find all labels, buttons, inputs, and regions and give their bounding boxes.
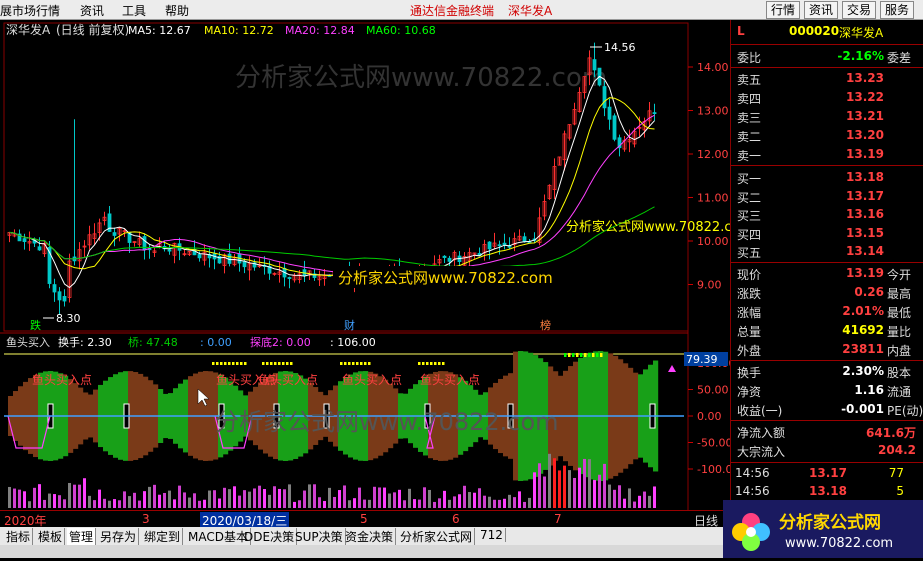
promo-terminal[interactable]: 通达信金融终端: [410, 2, 494, 19]
bid-row: 买四 13.15: [737, 225, 884, 242]
site-logo: 分析家公式网 www.70822.com: [723, 500, 923, 558]
date-label-6: 6: [452, 512, 460, 526]
overlay-text-2: 分析家公式网www.70822.com: [566, 219, 730, 235]
y-tick-5: 9.00: [697, 279, 722, 292]
tab-dde[interactable]: DDE决策: [242, 528, 298, 545]
bid-row: 买二 13.17: [737, 188, 884, 205]
ma10-label: MA10: 12.72: [204, 24, 274, 37]
ma5-label: MA5: 12.67: [128, 24, 191, 37]
tab-save-as[interactable]: 另存为: [98, 528, 140, 545]
tab-sup[interactable]: SUP决策: [293, 528, 346, 545]
ind-item-2: : 0.00: [200, 336, 232, 349]
indicator-title: 鱼头买入: [6, 335, 50, 349]
logo-url: www.70822.com: [785, 536, 893, 551]
tab-fenxijia[interactable]: 分析家公式网: [398, 528, 476, 545]
menu-help[interactable]: 帮助: [165, 2, 189, 19]
menu-market[interactable]: 展市场行情: [0, 2, 60, 19]
chart-area[interactable]: 深华发A (日线 前复权) MA5: 12.67 MA10: 12.72 MA2…: [0, 20, 730, 510]
low-label: 8.30: [56, 312, 81, 325]
y-tick-2: 12.00: [697, 148, 729, 161]
ask-row: 卖五 13.23: [737, 71, 884, 87]
ind-item-3: 探底2: 0.00: [250, 335, 311, 349]
ask-row: 卖二 13.20: [737, 128, 884, 144]
date-label-3: 3: [142, 512, 150, 526]
flow-row: 大宗流入 204.2: [737, 443, 916, 459]
menu-news[interactable]: 资讯: [80, 2, 104, 19]
stat2-row: 换手 2.30% 股本: [737, 364, 912, 380]
logo-name: 分析家公式网: [779, 512, 881, 533]
quote-l: L: [737, 24, 745, 38]
tab-bind-to[interactable]: 绑定到: [142, 528, 184, 545]
indicator-current: 79.39: [686, 353, 718, 366]
quote-name: 深华发A: [839, 26, 884, 40]
menubar: 展市场行情 资讯 工具 帮助 通达信金融终端 深华发A 行情 资讯 交易 服务: [0, 0, 923, 20]
date-label-5: 5: [360, 512, 368, 526]
tab-712[interactable]: 712: [478, 528, 506, 542]
ma60-label: MA60: 10.68: [366, 24, 436, 37]
high-label: 14.56: [604, 41, 636, 54]
bid-row: 买三 13.16: [737, 207, 884, 223]
stat-row: 涨跌 0.26 最高: [737, 285, 912, 301]
quote-code: 000020: [789, 24, 840, 38]
chart-mode: (日线 前复权): [56, 22, 129, 37]
y-tick-4: 10.00: [697, 235, 729, 248]
marker-bang: 榜: [540, 318, 551, 332]
ma20-label: MA20: 12.84: [285, 24, 355, 37]
buy-label-4: 鱼头买入点: [420, 373, 480, 387]
stat2-row: 净资 1.16 流通: [737, 383, 912, 399]
y-tick-0: 14.00: [697, 61, 729, 74]
stock-title: 深华发A: [6, 22, 51, 37]
ind-item-1: 桥: 47.48: [128, 336, 178, 349]
btn-news[interactable]: 资讯: [804, 1, 839, 19]
menu-tools[interactable]: 工具: [122, 2, 146, 19]
btn-quote[interactable]: 行情: [766, 1, 801, 19]
marker-die: 跌: [30, 318, 41, 332]
ind-tick-1: 50.00: [697, 384, 729, 397]
buy-label-2: 鱼头买入点: [258, 373, 318, 387]
bid-row: 买五 13.14: [737, 244, 884, 260]
quote-header: L 000020 深华发A: [731, 23, 923, 42]
stat-row: 现价 13.19 今开: [737, 266, 912, 282]
y-tick-1: 13.00: [697, 105, 729, 118]
y-tick-3: 11.00: [697, 192, 729, 205]
sub-tab-bar: [0, 545, 730, 558]
buy-label-3: 鱼头买入点: [342, 373, 402, 387]
stat-row: 外盘 23811 内盘: [737, 342, 912, 358]
ind-item-4: : 106.00: [330, 336, 376, 349]
watermark-main: 分析家公式网www.70822.com: [235, 63, 607, 93]
promo-stock[interactable]: 深华发A: [508, 2, 552, 19]
stat-row: 涨幅 2.01% 最低: [737, 304, 912, 320]
ind-item-0: 换手: 2.30: [58, 335, 112, 349]
stat2-row: 收益(一) -0.001 PE(动): [737, 402, 923, 418]
tab-indicator[interactable]: 指标: [4, 528, 34, 545]
ask-row: 卖一 13.19: [737, 147, 884, 163]
watermark-indicator: 分析家公式网www.70822.com: [215, 408, 559, 436]
marker-cai: 财: [344, 318, 355, 332]
tab-template[interactable]: 模板: [36, 528, 66, 545]
date-label-7: 7: [554, 512, 562, 526]
btn-trade[interactable]: 交易: [842, 1, 877, 19]
weibi-row: 委比 -2.16% 委差: [737, 49, 912, 65]
quote-panel: L 000020 深华发A 委比 -2.16% 委差 卖五 13.23 卖四 13.2…: [730, 20, 923, 500]
ask-row: 卖四 13.22: [737, 90, 884, 106]
buy-label-0: 鱼头买入点: [32, 373, 92, 387]
ind-tick-2: 0.00: [697, 410, 722, 423]
ind-tick-4: -100.00: [697, 463, 730, 476]
tab-manage[interactable]: 管理: [67, 528, 97, 545]
bid-row: 买一 13.18: [737, 170, 884, 186]
ind-tick-3: -50.00: [697, 437, 730, 450]
overlay-text-1: 分析家公式网www.70822.com: [338, 269, 553, 287]
flow-row: 净流入额 641.6万: [737, 426, 916, 440]
stat-row: 总量 41692 量比: [737, 323, 912, 339]
date-axis: 2020年 3 2020/03/18/三 5 6 7 日线: [0, 510, 730, 529]
tick-row: 14:56 13.17 77: [735, 466, 904, 480]
tab-fund[interactable]: 资金决策: [343, 528, 397, 545]
ask-row: 卖三 13.21: [737, 109, 884, 125]
btn-service[interactable]: 服务: [880, 1, 915, 19]
